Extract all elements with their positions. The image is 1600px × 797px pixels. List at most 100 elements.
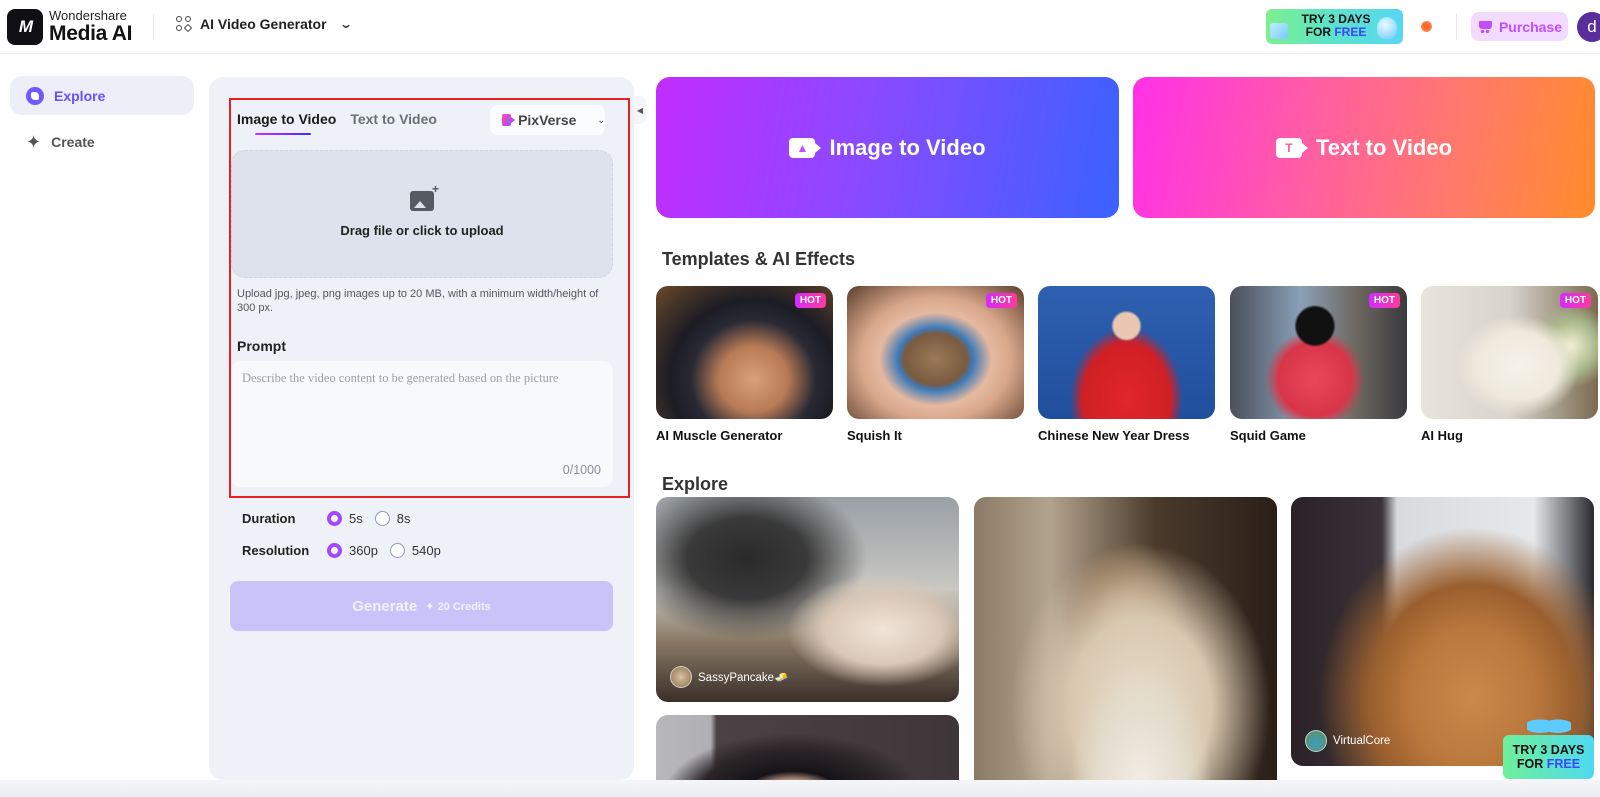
text-camera-icon: T <box>1275 137 1308 158</box>
free-trial-text: TRY 3 DAYS FOR FREE <box>1296 13 1376 39</box>
trial-line2-prefix: FOR <box>1305 25 1335 39</box>
notification-dot-icon[interactable] <box>1421 21 1432 32</box>
hero-label: Image to Video <box>829 134 986 160</box>
trial-free-word: FREE <box>1546 757 1581 771</box>
image-camera-icon: ▲ <box>789 137 822 158</box>
resolution-label: Resolution <box>242 543 310 558</box>
gift-bow-icon <box>1527 713 1571 735</box>
hot-badge: HOT <box>1559 293 1591 308</box>
logo-glyph: M <box>18 17 33 36</box>
prompt-char-counter: 0/1000 <box>562 463 601 477</box>
radio-selected-icon <box>327 543 342 558</box>
tab-image-to-video[interactable]: Image to Video <box>237 111 336 135</box>
author-name: SassyPancake🧈 <box>698 672 789 684</box>
explore-card[interactable]: SassyPancake🧈 <box>656 497 959 702</box>
free-trial-banner[interactable]: TRY 3 DAYS FOR FREE <box>1266 9 1403 44</box>
sidebar-item-explore[interactable]: Explore <box>10 76 194 115</box>
tab-text-to-video[interactable]: Text to Video <box>350 111 437 135</box>
apps-grid-icon <box>176 16 193 33</box>
template-thumbnail[interactable]: HOT <box>1230 286 1407 419</box>
page-bottom-edge <box>0 780 1600 797</box>
generator-tabs: Image to Video Text to Video <box>237 111 437 135</box>
author-name: VirtualCore <box>1333 735 1391 747</box>
author-avatar <box>1305 730 1327 752</box>
brand-line1: Wondershare <box>49 8 127 23</box>
upload-hint: Upload jpg, jpeg, png images up to 20 MB… <box>237 288 599 314</box>
template-thumbnail[interactable]: HOT <box>656 286 833 419</box>
radio-unselected-icon <box>374 511 390 526</box>
template-card[interactable]: HOT Squish It <box>847 286 1024 443</box>
divider <box>1456 14 1457 40</box>
hero-label: Text to Video <box>1315 134 1453 160</box>
sidebar-item-label: Explore <box>54 87 106 104</box>
template-card[interactable]: HOT AI Hug <box>1421 286 1598 443</box>
brand-name: Wondershare Media AI <box>49 9 132 44</box>
upload-dropzone[interactable]: Drag file or click to upload <box>231 150 613 278</box>
add-image-icon <box>410 182 439 211</box>
duration-option-8s[interactable]: 8s <box>374 511 411 526</box>
duration-row: Duration 5s 8s <box>242 511 422 526</box>
prompt-input[interactable] <box>231 361 613 487</box>
product-switcher[interactable]: AI Video Generator ⌄ <box>176 16 353 33</box>
template-thumbnail[interactable]: HOT <box>847 286 1024 419</box>
radio-selected-icon <box>327 511 342 526</box>
video-camera-icon <box>502 114 516 126</box>
duration-label: Duration <box>242 511 296 526</box>
template-name: AI Muscle Generator <box>656 428 783 443</box>
gift-icon <box>1270 23 1288 39</box>
collapse-panel-handle[interactable]: ◀ <box>634 96 646 124</box>
radio-label: 360p <box>349 543 378 558</box>
prompt-label: Prompt <box>237 338 286 354</box>
template-card[interactable]: HOT Squid Game <box>1230 286 1407 443</box>
app-logo[interactable]: M <box>7 9 43 45</box>
sparkle-icon: ✦ <box>425 600 438 613</box>
top-bar: M Wondershare Media AI AI Video Generato… <box>0 0 1600 54</box>
upload-label: Drag file or click to upload <box>340 222 504 238</box>
template-card[interactable]: Chinese New Year Dress <box>1038 286 1215 443</box>
brand-line2: Media AI <box>49 22 133 45</box>
template-name: AI Hug <box>1421 428 1463 443</box>
model-select[interactable]: PixVerse ⌄ <box>490 105 605 135</box>
sparkle-icon: ✦ <box>26 131 42 152</box>
explore-card[interactable] <box>974 497 1277 797</box>
radio-label: 8s <box>396 511 411 526</box>
product-switcher-label: AI Video Generator <box>200 16 327 32</box>
floating-free-trial-button[interactable]: TRY 3 DAYS FOR FREE <box>1503 713 1594 779</box>
cart-icon <box>1477 20 1493 33</box>
compass-icon <box>26 86 44 105</box>
user-avatar[interactable]: d <box>1577 12 1600 42</box>
purchase-button[interactable]: Purchase <box>1471 12 1568 41</box>
text-to-video-hero-button[interactable]: T Text to Video <box>1133 77 1595 218</box>
resolution-row: Resolution 360p 540p <box>242 543 453 558</box>
template-name: Chinese New Year Dress <box>1038 428 1190 443</box>
model-select-value: PixVerse <box>518 112 577 128</box>
card-author: VirtualCore <box>1305 730 1390 752</box>
duration-option-5s[interactable]: 5s <box>327 511 363 526</box>
template-name: Squid Game <box>1230 428 1306 443</box>
floating-trial-text: TRY 3 DAYS FOR FREE <box>1503 735 1594 779</box>
prompt-box: 0/1000 <box>231 361 613 487</box>
divider <box>153 14 154 40</box>
chevron-down-icon: ⌄ <box>597 114 605 125</box>
sidebar-nav: Explore ✦ Create <box>10 76 194 168</box>
template-card[interactable]: HOT AI Muscle Generator <box>656 286 833 443</box>
sidebar-item-label: Create <box>51 133 95 150</box>
resolution-option-540p[interactable]: 540p <box>389 543 441 558</box>
generate-button[interactable]: Generate ✦ 20 Credits <box>230 581 613 631</box>
radio-label: 540p <box>411 543 441 558</box>
hot-badge: HOT <box>1368 293 1400 308</box>
chevron-down-icon: ⌄ <box>338 17 353 31</box>
image-to-video-hero-button[interactable]: ▲ Image to Video <box>656 77 1119 218</box>
credits-cost-text: 20 Credits <box>437 600 491 613</box>
trial-free-word: FREE <box>1334 25 1367 39</box>
template-thumbnail[interactable]: HOT <box>1421 286 1598 419</box>
caret-left-icon: ◀ <box>636 105 644 115</box>
generate-label: Generate <box>352 597 418 615</box>
hot-badge: HOT <box>985 293 1017 308</box>
avatar-initial: d <box>1587 17 1597 36</box>
explore-section-title: Explore <box>662 474 729 494</box>
sidebar-item-create[interactable]: ✦ Create <box>10 122 194 161</box>
resolution-option-360p[interactable]: 360p <box>327 543 378 558</box>
template-thumbnail[interactable] <box>1038 286 1215 419</box>
trial-line1: TRY 3 DAYS <box>1512 743 1585 757</box>
